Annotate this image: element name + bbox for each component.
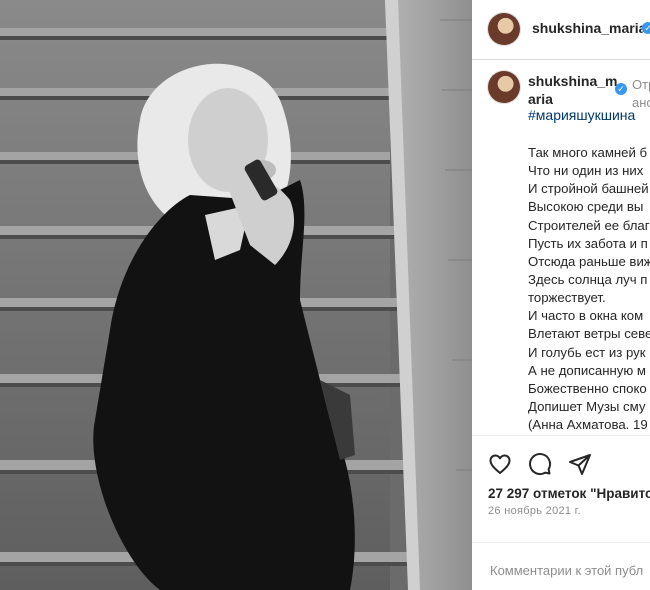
paper-plane-icon[interactable] xyxy=(568,452,592,476)
caption-avatar[interactable] xyxy=(488,71,520,103)
post-photo-image xyxy=(0,0,472,590)
poem-line: Отсюда раньше виж xyxy=(528,253,650,269)
caption-username-link[interactable]: shukshina_m aria xyxy=(528,72,628,108)
post-header: shukshina_maria ✓ xyxy=(472,0,650,60)
heart-icon[interactable] xyxy=(488,452,512,476)
comment-bar: Комментарии к этой публ xyxy=(472,542,650,590)
poem-line: (Анна Ахматова. 19 xyxy=(528,417,648,433)
avatar[interactable] xyxy=(488,13,520,45)
poem-line: И часто в окна ком xyxy=(528,308,644,324)
actions-divider xyxy=(472,435,650,436)
poem-line: Высокою среди вы xyxy=(528,199,644,215)
post-date: 26 ноябрь 2021 г. xyxy=(488,505,581,517)
poem-line: Влетают ветры севе xyxy=(528,326,650,342)
comment-input[interactable]: Комментарии к этой публ xyxy=(490,563,643,578)
hashtag-link[interactable]: #марияшукшина xyxy=(528,107,635,123)
caption-poem: Так много камней б Что ни один из них И … xyxy=(528,144,650,434)
poem-line: Что ни один из них xyxy=(528,163,644,179)
username-link[interactable]: shukshina_maria xyxy=(532,20,646,36)
poem-line: Так много камней б xyxy=(528,145,648,160)
poem-line: А не дописанную м xyxy=(528,362,646,378)
poem-line: И стройной башней xyxy=(528,181,649,197)
caption-username-line1: shukshina_m xyxy=(528,73,618,89)
post-side-panel: shukshina_maria ✓ shukshina_m aria ✓ Отр… xyxy=(472,0,650,590)
comment-bubble-icon[interactable] xyxy=(528,452,552,476)
faded-line1: Отр xyxy=(632,77,650,92)
post-photo[interactable] xyxy=(0,0,472,590)
poem-line: торжествует. xyxy=(528,290,606,306)
caption-username-line2: aria xyxy=(528,91,553,107)
poem-line: Пусть их забота и п xyxy=(528,235,648,251)
poem-line: Строителей ее благ xyxy=(528,217,650,233)
poem-line: Божественно споко xyxy=(528,380,647,396)
likes-count[interactable]: 27 297 отметок "Нравитс xyxy=(488,486,650,501)
verified-badge-icon: ✓ xyxy=(615,83,627,95)
verified-badge-icon: ✓ xyxy=(642,22,650,34)
poem-line: Здесь солнца луч п xyxy=(528,271,648,287)
poem-line: И голубь ест из рук xyxy=(528,344,646,360)
poem-line: Допишет Музы сму xyxy=(528,398,646,414)
